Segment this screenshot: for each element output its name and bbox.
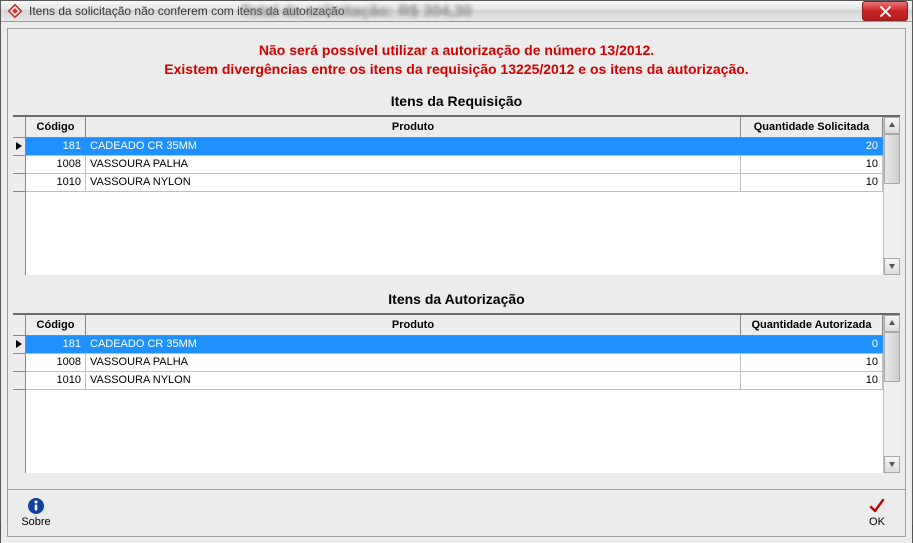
grid-requisicao: Código Produto Quantidade Solicitada 181… bbox=[13, 115, 900, 275]
ok-button[interactable]: OK bbox=[855, 497, 899, 528]
vertical-scrollbar[interactable] bbox=[883, 117, 900, 275]
cell-produto: VASSOURA PALHA bbox=[86, 354, 741, 371]
col-header-codigo[interactable]: Código bbox=[26, 315, 86, 335]
col-header-quantidade[interactable]: Quantidade Solicitada bbox=[741, 117, 883, 137]
app-icon bbox=[7, 3, 23, 19]
titlebar[interactable]: Itens da solicitação não conferem com it… bbox=[1, 1, 912, 22]
sobre-button[interactable]: Sobre bbox=[14, 497, 58, 528]
cell-codigo: 1010 bbox=[26, 174, 86, 191]
row-indicator bbox=[13, 156, 25, 174]
dialog-window: Itens da solicitação não conferem com it… bbox=[0, 0, 913, 525]
col-header-codigo[interactable]: Código bbox=[26, 117, 86, 137]
table-row[interactable]: 1010 VASSOURA NYLON 10 bbox=[26, 174, 883, 192]
window-title: Itens da solicitação não conferem com it… bbox=[29, 4, 862, 18]
cell-quantidade: 0 bbox=[741, 336, 883, 353]
col-header-produto[interactable]: Produto bbox=[86, 117, 741, 137]
table-row[interactable]: 1008 VASSOURA PALHA 10 bbox=[26, 354, 883, 372]
vertical-scrollbar[interactable] bbox=[883, 315, 900, 473]
scroll-track[interactable] bbox=[884, 134, 900, 258]
cell-produto: CADEADO CR 35MM bbox=[86, 138, 741, 155]
table-row[interactable]: 181 CADEADO CR 35MM 0 bbox=[26, 336, 883, 354]
check-icon bbox=[868, 497, 886, 515]
grid-autorizacao: Código Produto Quantidade Autorizada 181… bbox=[13, 313, 900, 473]
cell-codigo: 1008 bbox=[26, 156, 86, 173]
row-indicator bbox=[13, 372, 25, 390]
scroll-thumb[interactable] bbox=[884, 332, 900, 382]
row-indicator bbox=[13, 138, 25, 156]
table-row[interactable]: 181 CADEADO CR 35MM 20 bbox=[26, 138, 883, 156]
ok-label: OK bbox=[869, 516, 885, 528]
main-panel: Não será possível utilizar a autorização… bbox=[7, 28, 906, 489]
table-row[interactable]: 1008 VASSOURA PALHA 10 bbox=[26, 156, 883, 174]
scroll-up-button[interactable] bbox=[884, 315, 900, 332]
grid-header: Código Produto Quantidade Solicitada bbox=[26, 117, 883, 138]
col-header-quantidade[interactable]: Quantidade Autorizada bbox=[741, 315, 883, 335]
cell-codigo: 181 bbox=[26, 138, 86, 155]
row-indicator bbox=[13, 174, 25, 192]
cell-codigo: 1008 bbox=[26, 354, 86, 371]
warning-line1: Não será possível utilizar a autorização… bbox=[259, 42, 654, 58]
close-button[interactable] bbox=[862, 1, 908, 21]
cell-quantidade: 20 bbox=[741, 138, 883, 155]
grid-rows: 181 CADEADO CR 35MM 0 1008 VASSOURA PALH… bbox=[26, 336, 883, 473]
col-header-produto[interactable]: Produto bbox=[86, 315, 741, 335]
cell-produto: VASSOURA NYLON bbox=[86, 372, 741, 389]
cell-quantidade: 10 bbox=[741, 354, 883, 371]
table-row[interactable]: 1010 VASSOURA NYLON 10 bbox=[26, 372, 883, 390]
cell-quantidade: 10 bbox=[741, 174, 883, 191]
scroll-up-button[interactable] bbox=[884, 117, 900, 134]
grid-rows: 181 CADEADO CR 35MM 20 1008 VASSOURA PAL… bbox=[26, 138, 883, 275]
section-title-autorizacao: Itens da Autorização bbox=[12, 291, 901, 307]
row-indicator-column bbox=[13, 117, 26, 275]
row-indicator-column bbox=[13, 315, 26, 473]
warning-message: Não será possível utilizar a autorização… bbox=[12, 41, 901, 79]
section-title-requisicao: Itens da Requisição bbox=[12, 93, 901, 109]
cell-produto: VASSOURA NYLON bbox=[86, 174, 741, 191]
sobre-label: Sobre bbox=[21, 516, 50, 528]
cell-produto: VASSOURA PALHA bbox=[86, 156, 741, 173]
warning-line2: Existem divergências entre os itens da r… bbox=[164, 61, 748, 77]
bottom-toolbar: Sobre OK bbox=[7, 489, 906, 537]
cell-codigo: 1010 bbox=[26, 372, 86, 389]
content-area: Não será possível utilizar a autorização… bbox=[1, 22, 912, 543]
row-indicator bbox=[13, 354, 25, 372]
cell-codigo: 181 bbox=[26, 336, 86, 353]
row-indicator bbox=[13, 336, 25, 354]
scroll-down-button[interactable] bbox=[884, 258, 900, 275]
cell-quantidade: 10 bbox=[741, 156, 883, 173]
scroll-track[interactable] bbox=[884, 332, 900, 456]
cell-produto: CADEADO CR 35MM bbox=[86, 336, 741, 353]
grid-header: Código Produto Quantidade Autorizada bbox=[26, 315, 883, 336]
close-icon bbox=[880, 6, 891, 17]
scroll-thumb[interactable] bbox=[884, 134, 900, 184]
scroll-down-button[interactable] bbox=[884, 456, 900, 473]
cell-quantidade: 10 bbox=[741, 372, 883, 389]
info-icon bbox=[27, 497, 45, 515]
